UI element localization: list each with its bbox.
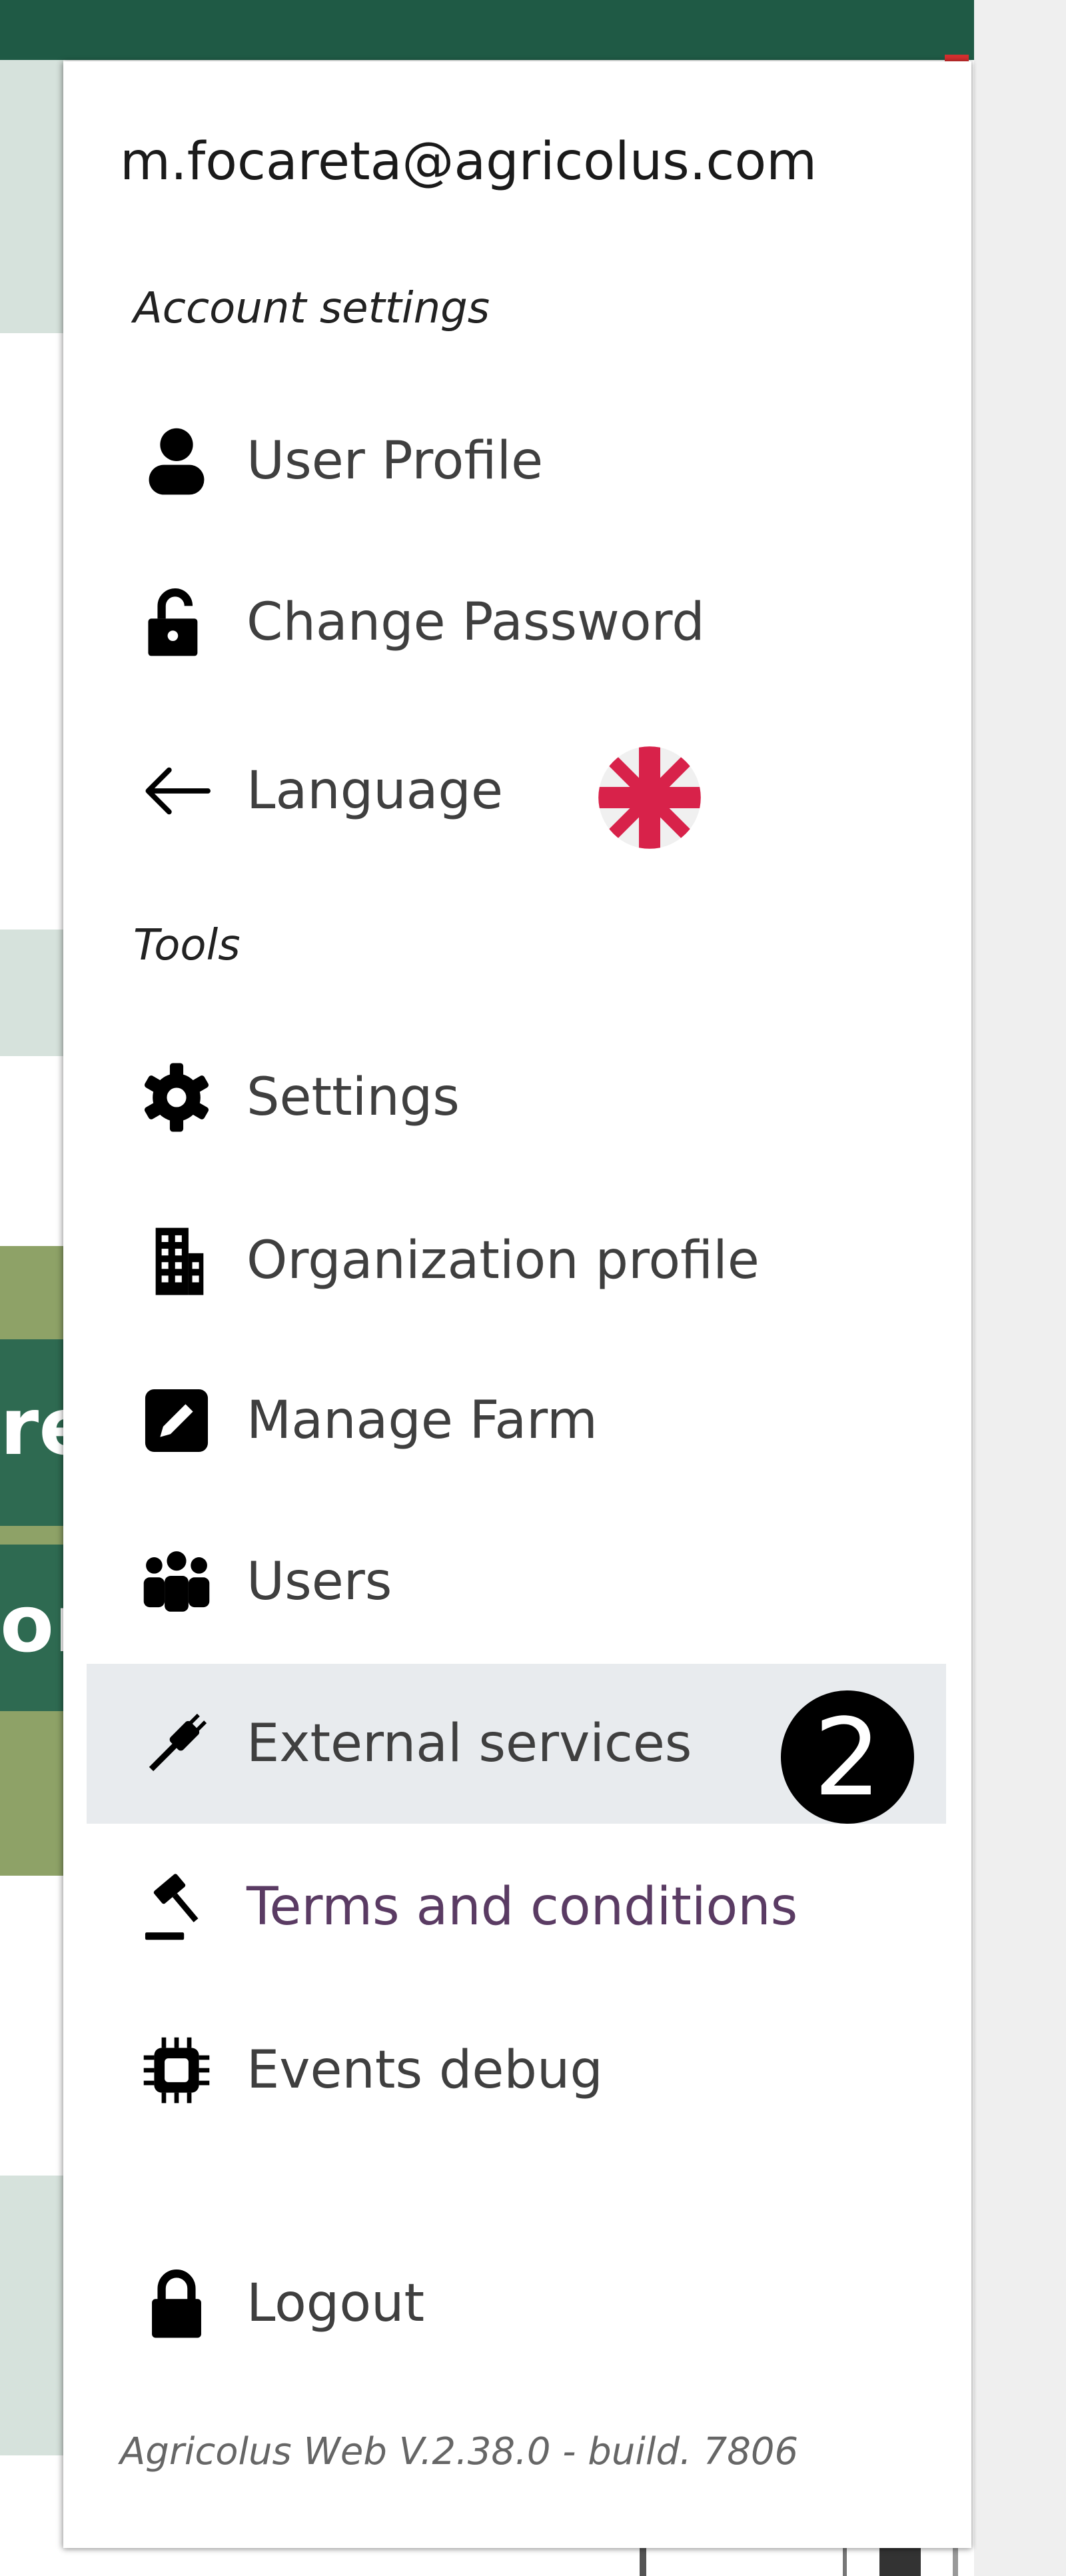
menu-item-label: Terms and conditions xyxy=(247,1877,798,1937)
menu-item-events-debug[interactable]: Events debug xyxy=(87,1990,946,2150)
menu-item-label: Events debug xyxy=(247,2040,603,2100)
unlock-icon xyxy=(117,585,237,660)
page-right-edge xyxy=(974,0,1066,2576)
menu-item-label: User Profile xyxy=(247,431,544,491)
plug-icon xyxy=(117,1706,237,1781)
menu-item-label: Manage Farm xyxy=(247,1391,598,1451)
menu-item-external-services[interactable]: External services 2 xyxy=(87,1664,946,1824)
background-tile: or xyxy=(0,1545,93,1711)
user-dropdown-menu: m.focareta@agricolus.com Account setting… xyxy=(63,61,971,2548)
gavel-icon xyxy=(117,1870,237,1944)
section-account-settings: Account settings xyxy=(133,284,490,333)
menu-item-label: Users xyxy=(247,1552,392,1612)
menu-item-logout[interactable]: Logout xyxy=(87,2224,946,2383)
app-header-bar xyxy=(0,0,974,60)
building-icon xyxy=(117,1223,237,1298)
menu-item-settings[interactable]: Settings xyxy=(87,1017,946,1177)
menu-item-language[interactable]: Language xyxy=(87,711,946,871)
menu-item-label: Logout xyxy=(247,2273,425,2333)
lock-icon xyxy=(117,2266,237,2341)
user-icon xyxy=(117,424,237,498)
background-panel xyxy=(0,60,63,333)
chip-icon xyxy=(117,2033,237,2108)
app-version: Agricolus Web V.2.38.0 - build. 7806 xyxy=(120,2430,799,2473)
menu-item-user-profile[interactable]: User Profile xyxy=(87,381,946,541)
users-group-icon xyxy=(117,1545,237,1619)
background-panel xyxy=(0,2176,63,2455)
account-email: m.focareta@agricolus.com xyxy=(120,132,817,192)
menu-item-manage-farm[interactable]: Manage Farm xyxy=(87,1341,946,1501)
callout-number-badge: 2 xyxy=(781,1690,914,1824)
background-panel xyxy=(0,930,63,1056)
menu-item-users[interactable]: Users xyxy=(87,1502,946,1662)
menu-item-label: External services xyxy=(247,1714,692,1774)
menu-item-terms-and-conditions[interactable]: Terms and conditions xyxy=(87,1827,946,1987)
arrow-left-icon xyxy=(117,754,237,828)
menu-item-label: Language xyxy=(247,761,503,821)
uk-flag-icon[interactable] xyxy=(596,744,703,851)
menu-item-organization-profile[interactable]: Organization profile xyxy=(87,1181,946,1341)
menu-item-change-password[interactable]: Change Password xyxy=(87,542,946,702)
edit-square-icon xyxy=(117,1383,237,1458)
menu-item-label: Settings xyxy=(247,1067,460,1127)
section-tools: Tools xyxy=(133,921,241,970)
gear-icon xyxy=(117,1060,237,1135)
menu-item-label: Organization profile xyxy=(247,1231,760,1291)
menu-item-label: Change Password xyxy=(247,592,705,652)
background-tile: re xyxy=(0,1339,92,1526)
